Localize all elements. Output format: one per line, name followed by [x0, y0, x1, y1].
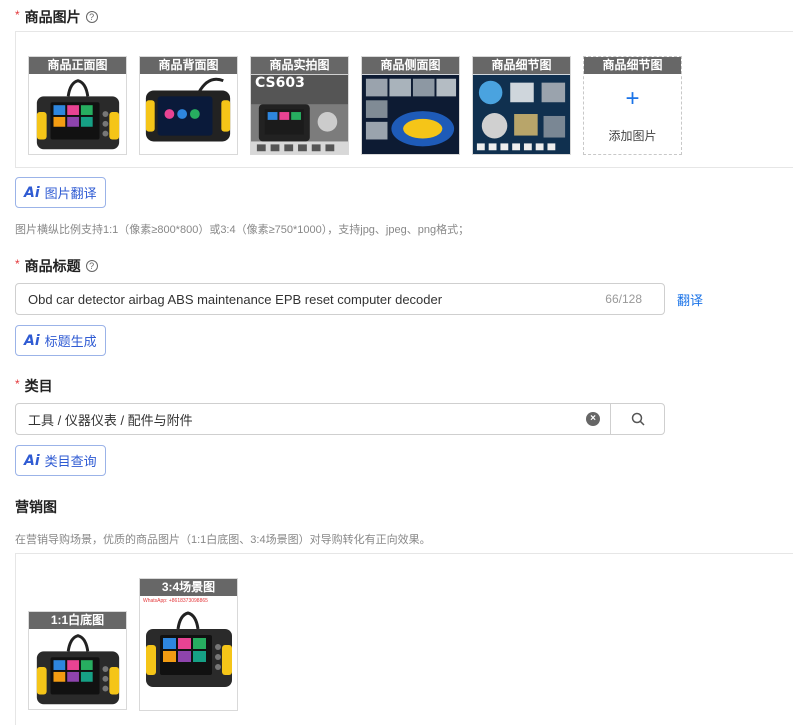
marketing-image-white-bg[interactable]: 1:1白底图 — [28, 611, 127, 710]
clear-circle-icon[interactable]: × — [586, 412, 600, 426]
product-title-value: Obd car detector airbag ABS maintenance … — [28, 291, 443, 307]
obd-device-image — [140, 609, 237, 709]
category-search-button[interactable] — [610, 404, 664, 434]
plus-icon: + — [625, 85, 640, 112]
thumb-caption: 商品背面图 — [140, 57, 237, 74]
image-translate-button[interactable]: Ai 图片翻译 — [15, 177, 106, 208]
thumb-caption: 商品细节图 — [584, 57, 681, 74]
translate-link[interactable]: 翻译 — [677, 290, 703, 309]
category-query-button[interactable]: Ai 类目查询 — [15, 445, 106, 476]
thumb-caption: 1:1白底图 — [29, 612, 126, 629]
marketing-images-panel: 1:1白底图 3:4场景图 WhatsApp: +8618373098865 — [15, 553, 793, 725]
thumb-caption: 商品实拍图 — [251, 57, 348, 74]
thumb-caption: 商品细节图 — [473, 57, 570, 74]
product-title-label: * 商品标题 ? — [15, 256, 98, 276]
product-images-panel: 商品正面图 商品背面图 商品实拍图 CS603 商品侧面图 商品细节图 商品细节… — [15, 31, 793, 168]
marketing-hint: 在营销导购场景，优质的商品图片（1:1白底图、3:4场景图）对导购转化有正向效果… — [15, 534, 431, 546]
model-overlay-text: CS603 — [255, 75, 305, 91]
image-translate-label: 图片翻译 — [44, 186, 97, 201]
marketing-image-scene[interactable]: 3:4场景图 WhatsApp: +8618373098865 — [139, 578, 238, 711]
thumb-caption: 商品正面图 — [29, 57, 126, 74]
title-char-counter: 66/128 — [605, 292, 642, 306]
product-image-real-shot[interactable]: 商品实拍图 CS603 — [250, 56, 349, 155]
category-input[interactable]: 工具 / 仪器仪表 / 配件与附件 × — [15, 403, 665, 435]
ai-icon: Ai — [24, 332, 40, 349]
add-image-slot[interactable]: 商品细节图 + 添加图片 — [583, 56, 682, 155]
obd-device-image — [29, 74, 126, 154]
whatsapp-watermark: WhatsApp: +8618373098865 — [143, 598, 208, 604]
product-image-detail[interactable]: 商品细节图 — [472, 56, 571, 155]
title-generate-button[interactable]: Ai 标题生成 — [15, 325, 106, 356]
required-mark: * — [15, 377, 20, 391]
ai-icon: Ai — [24, 452, 40, 469]
product-title-input[interactable]: Obd car detector airbag ABS maintenance … — [15, 283, 665, 315]
obd-device-image — [29, 629, 126, 709]
product-image-back[interactable]: 商品背面图 — [139, 56, 238, 155]
title-generate-label: 标题生成 — [44, 334, 97, 349]
required-mark: * — [15, 8, 20, 22]
image-format-hint: 图片横纵比例支持1:1（像素≥800*800）或3:4（像素≥750*1000）… — [15, 224, 470, 236]
search-icon — [631, 412, 645, 426]
category-heading: 类目 — [24, 378, 53, 394]
product-images-label: * 商品图片 ? — [15, 7, 98, 27]
product-image-side[interactable]: 商品侧面图 — [361, 56, 460, 155]
car-systems-image — [362, 74, 459, 154]
product-images-title: 商品图片 — [24, 9, 81, 25]
thumb-caption: 商品侧面图 — [362, 57, 459, 74]
thumb-caption: 3:4场景图 — [140, 579, 237, 596]
category-value: 工具 / 仪器仪表 / 配件与附件 — [28, 412, 193, 428]
required-mark: * — [15, 257, 20, 271]
category-label: * 类目 — [15, 376, 53, 396]
marketing-heading: 营销图 — [15, 499, 57, 515]
marketing-label: 营销图 — [15, 497, 57, 517]
add-image-text: 添加图片 — [608, 129, 657, 143]
question-circle-icon[interactable]: ? — [85, 11, 98, 23]
category-query-label: 类目查询 — [44, 454, 97, 469]
obd-device-image — [140, 74, 237, 154]
question-circle-icon[interactable]: ? — [85, 260, 98, 272]
product-title-heading: 商品标题 — [24, 258, 81, 274]
car-parts-image — [473, 74, 570, 154]
product-image-front[interactable]: 商品正面图 — [28, 56, 127, 155]
ai-icon: Ai — [24, 184, 40, 201]
